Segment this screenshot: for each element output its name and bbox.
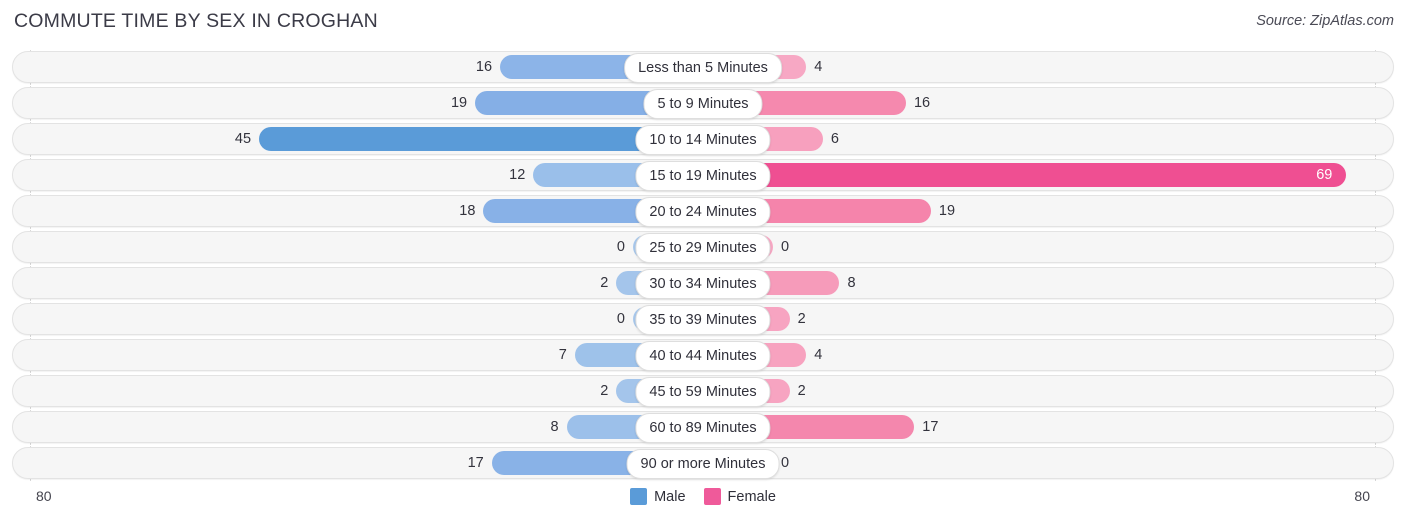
category-label[interactable]: Less than 5 Minutes xyxy=(624,53,782,83)
page-title: COMMUTE TIME BY SEX IN CROGHAN xyxy=(14,10,378,32)
male-value-label: 17 xyxy=(467,455,484,471)
category-label[interactable]: 90 or more Minutes xyxy=(626,449,780,479)
chart-header: COMMUTE TIME BY SEX IN CROGHAN Source: Z… xyxy=(0,0,1406,44)
bar-row: 45 6 10 to 14 Minutes xyxy=(0,122,1406,158)
male-value-label: 0 xyxy=(616,311,625,327)
female-value-label: 6 xyxy=(830,131,839,147)
male-value-label: 0 xyxy=(616,239,625,255)
female-value-label: 2 xyxy=(797,311,806,327)
category-label[interactable]: 10 to 14 Minutes xyxy=(635,125,771,155)
female-value-label: 4 xyxy=(814,347,823,363)
male-value-label: 2 xyxy=(600,383,609,399)
male-value-label: 12 xyxy=(509,167,526,183)
female-value-label: 4 xyxy=(814,59,823,75)
category-label[interactable]: 20 to 24 Minutes xyxy=(635,197,771,227)
bar-row: 0 0 25 to 29 Minutes xyxy=(0,230,1406,266)
female-value-label: 8 xyxy=(847,275,856,291)
female-value-label: 19 xyxy=(938,203,956,219)
female-value-label: 0 xyxy=(781,239,790,255)
bar-rows: 16 4 Less than 5 Minutes 19 16 5 to 9 Minutes… xyxy=(0,50,1406,482)
female-value-label: 17 xyxy=(922,419,939,435)
female-value-label: 2 xyxy=(797,383,806,399)
legend-label: Female xyxy=(727,488,776,505)
chart-root: COMMUTE TIME BY SEX IN CROGHAN Source: Z… xyxy=(0,0,1406,522)
bar-row: 8 17 60 to 89 Minutes xyxy=(0,410,1406,446)
chart-legend: Male Female xyxy=(0,488,1406,505)
male-value-label: 18 xyxy=(459,203,476,219)
category-label[interactable]: 30 to 34 Minutes xyxy=(635,269,771,299)
female-value-label: 16 xyxy=(913,95,931,111)
legend-male[interactable]: Male xyxy=(630,488,686,505)
bar-row: 2 8 30 to 34 Minutes xyxy=(0,266,1406,302)
male-value-label: 19 xyxy=(450,95,468,111)
male-value-label: 8 xyxy=(550,419,559,435)
bar-row: 19 16 5 to 9 Minutes xyxy=(0,86,1406,122)
category-label[interactable]: 25 to 29 Minutes xyxy=(635,233,771,263)
legend-swatch-icon xyxy=(630,488,648,505)
bar-row: 16 4 Less than 5 Minutes xyxy=(0,50,1406,86)
legend-label: Male xyxy=(654,488,686,505)
category-label[interactable]: 15 to 19 Minutes xyxy=(635,161,771,191)
legend-female[interactable]: Female xyxy=(703,488,776,505)
bar-row: 2 2 45 to 59 Minutes xyxy=(0,374,1406,410)
bar-row: 0 2 35 to 39 Minutes xyxy=(0,302,1406,338)
male-value-label: 2 xyxy=(600,275,609,291)
legend-swatch-icon xyxy=(703,488,721,505)
female-value-label: 69 xyxy=(1316,167,1333,183)
plot-area: 16 4 Less than 5 Minutes 19 16 5 to 9 Minutes… xyxy=(0,50,1406,482)
category-label[interactable]: 35 to 39 Minutes xyxy=(635,305,771,335)
bar-row: 17 0 90 or more Minutes xyxy=(0,446,1406,482)
category-label[interactable]: 40 to 44 Minutes xyxy=(635,341,771,371)
female-value-label: 0 xyxy=(781,455,790,471)
chart-footer: 80 80 Male Female xyxy=(0,482,1406,522)
category-label[interactable]: 45 to 59 Minutes xyxy=(635,377,771,407)
male-value-label: 7 xyxy=(558,347,567,363)
male-value-label: 45 xyxy=(234,131,252,147)
male-value-label: 16 xyxy=(475,59,493,75)
category-label[interactable]: 60 to 89 Minutes xyxy=(635,413,771,443)
bar-row: 7 4 40 to 44 Minutes xyxy=(0,338,1406,374)
source-attribution: Source: ZipAtlas.com xyxy=(1256,13,1394,29)
bar-row: 12 69 15 to 19 Minutes xyxy=(0,158,1406,194)
bar-row: 18 19 20 to 24 Minutes xyxy=(0,194,1406,230)
category-label[interactable]: 5 to 9 Minutes xyxy=(643,89,763,119)
